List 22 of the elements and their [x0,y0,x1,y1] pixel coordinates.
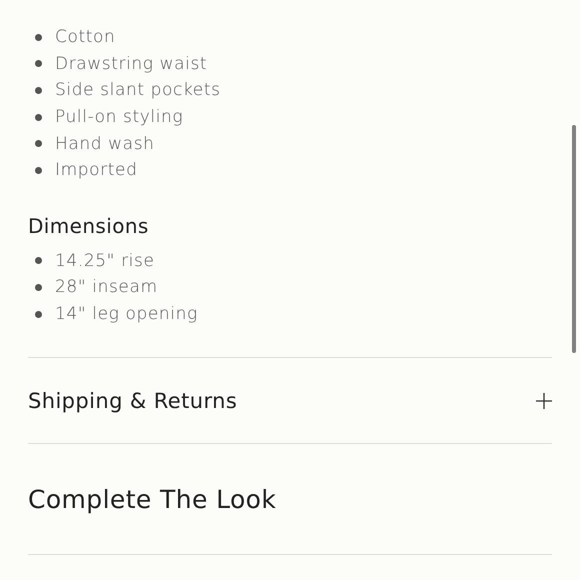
bullet-icon [35,140,42,148]
list-item-text: 14" leg opening [55,304,198,324]
list-item-text: Imported [55,160,138,180]
list-item-text: Cotton [55,27,116,48]
list-item-text: 14.25" rise [55,250,155,271]
bullet-icon [35,34,42,41]
bullet-icon [35,86,42,94]
list-item-text: Side slant pockets [55,80,221,100]
accordion-header[interactable]: Shipping & Returns [28,358,552,444]
list-item-text: 28" inseam [55,277,158,298]
bullet-icon [35,284,42,291]
bullet-icon [35,60,42,68]
list-item-text: Drawstring waist [55,54,208,74]
bullet-icon [35,114,42,121]
bullet-icon [35,257,42,264]
list-item-text: Pull-on styling [55,107,184,128]
section-heading: Dimensions [28,214,150,238]
bullet-icon [35,310,42,318]
scrollbar[interactable] [572,125,576,353]
bullet-icon [35,166,42,174]
list-item-text: Hand wash [55,134,155,154]
section-heading: Complete The Look [28,484,278,516]
